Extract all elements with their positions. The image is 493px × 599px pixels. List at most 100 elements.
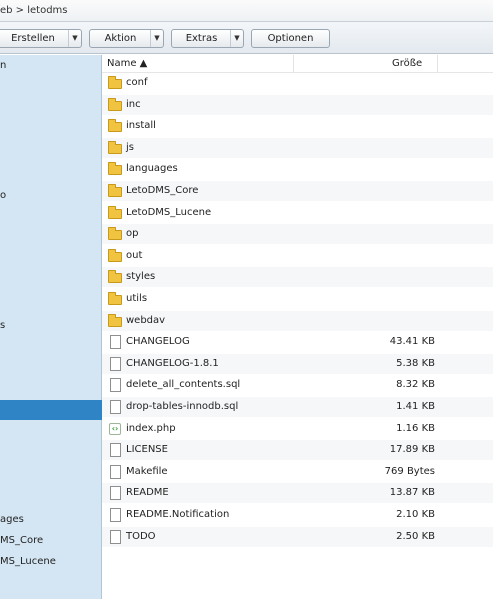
file-name: op (126, 228, 139, 240)
file-size: 769 Bytes (384, 465, 435, 477)
table-row[interactable]: webdav (102, 310, 493, 332)
breadcrumb[interactable]: eb > letodms (0, 5, 68, 16)
file-name: webdav (126, 314, 166, 326)
sidebar-item-label: s (0, 320, 6, 331)
folder-icon (108, 184, 122, 197)
sidebar-item[interactable]: o (0, 186, 102, 206)
folder-icon (108, 313, 122, 327)
file-icon (110, 335, 121, 350)
sidebar-item-selected[interactable] (0, 400, 102, 420)
chevron-down-icon: ▼ (150, 30, 163, 47)
folder-icon (108, 97, 122, 111)
file-name: Makefile (126, 465, 168, 477)
column-divider[interactable] (293, 55, 294, 73)
column-header-size[interactable]: Größe (392, 58, 422, 69)
table-row[interactable]: LICENSE 17.89 KB (102, 440, 493, 462)
file-icon (110, 508, 121, 522)
folder-icon (108, 162, 122, 176)
php-file-icon: ‹› (109, 422, 121, 435)
file-name: LetoDMS_Core (126, 185, 199, 196)
sidebar-item[interactable]: n (0, 56, 102, 76)
file-name: README (126, 487, 169, 499)
folder-icon (108, 270, 122, 284)
file-name: LetoDMS_Lucene (126, 206, 212, 218)
folder-icon (108, 292, 122, 305)
table-row[interactable]: README.Notification 2.10 KB (102, 505, 493, 526)
sidebar-item-letodms-lucene[interactable]: MS_Lucene (0, 552, 102, 572)
sidebar-item-label: MS_Core (0, 535, 44, 546)
file-name: js (126, 141, 134, 153)
erstellen-button[interactable]: Erstellen ▼ (0, 29, 82, 48)
table-row[interactable]: js (102, 137, 493, 159)
table-row[interactable]: CHANGELOG 43.41 KB (102, 332, 493, 354)
optionen-button[interactable]: Optionen (251, 29, 330, 48)
table-row[interactable]: delete_all_contents.sql 8.32 KB (102, 375, 493, 397)
file-icon (110, 400, 121, 414)
table-row[interactable]: CHANGELOG-1.8.1 5.38 KB (102, 353, 493, 375)
folder-icon (108, 76, 122, 89)
file-name: languages (126, 163, 178, 175)
sidebar-item-label: n (0, 60, 7, 71)
path-bar: eb > letodms (0, 0, 493, 22)
table-row[interactable]: styles (102, 267, 493, 289)
file-name: conf (126, 77, 148, 88)
file-size: 8.32 KB (396, 379, 435, 391)
file-name: delete_all_contents.sql (126, 379, 241, 391)
file-name: LICENSE (126, 444, 168, 456)
table-row[interactable]: languages (102, 159, 493, 181)
file-icon (110, 356, 121, 371)
sidebar-item-label: MS_Lucene (0, 556, 56, 567)
file-size: 1.41 KB (396, 401, 435, 412)
optionen-label: Optionen (267, 33, 314, 44)
table-row[interactable]: TODO 2.50 KB (102, 526, 493, 548)
table-row[interactable]: Makefile 769 Bytes (102, 462, 493, 483)
file-list: Name ▲ Größe conf inc install js languages Le… (102, 55, 493, 599)
file-size: 5.38 KB (396, 357, 435, 369)
file-icon (110, 378, 121, 393)
sidebar-item[interactable]: s (0, 316, 102, 336)
chevron-down-icon: ▼ (68, 30, 81, 47)
table-row[interactable]: ‹› index.php 1.16 KB (102, 419, 493, 440)
table-row[interactable]: utils (102, 289, 493, 310)
file-name: CHANGELOG-1.8.1 (126, 357, 219, 369)
folder-icon (108, 248, 122, 262)
table-header: Name ▲ Größe (102, 55, 493, 73)
file-size: 2.10 KB (396, 509, 435, 520)
file-size: 43.41 KB (389, 336, 435, 348)
extras-label: Extras (185, 33, 218, 44)
table-row[interactable]: inc (102, 94, 493, 116)
file-name: TODO (126, 530, 156, 542)
sidebar: n o s ages MS_Core MS_Lucene (0, 55, 102, 599)
column-divider[interactable] (437, 55, 438, 73)
table-row[interactable]: drop-tables-innodb.sql 1.41 KB (102, 397, 493, 418)
table-row[interactable]: README 13.87 KB (102, 483, 493, 505)
file-icon (110, 443, 121, 458)
file-size: 17.89 KB (389, 444, 435, 456)
chevron-down-icon: ▼ (230, 30, 243, 47)
column-header-name[interactable]: Name ▲ (107, 58, 147, 69)
table-row[interactable]: conf (102, 73, 493, 94)
table-row[interactable]: LetoDMS_Lucene (102, 203, 493, 224)
table-row[interactable]: install (102, 116, 493, 138)
table-row[interactable]: op (102, 224, 493, 246)
folder-icon (108, 140, 122, 154)
file-name: install (126, 120, 156, 132)
sidebar-item-languages[interactable]: ages (0, 510, 102, 530)
toolbar: Erstellen ▼ Aktion ▼ Extras ▼ Optionen (0, 22, 493, 54)
aktion-button[interactable]: Aktion ▼ (89, 29, 164, 48)
file-name: index.php (126, 422, 176, 434)
sidebar-item-label: ages (0, 514, 24, 525)
file-size: 2.50 KB (396, 530, 435, 542)
extras-button[interactable]: Extras ▼ (171, 29, 244, 48)
sidebar-item-label: o (0, 190, 7, 201)
file-name: inc (126, 98, 141, 110)
file-name: drop-tables-innodb.sql (126, 401, 239, 412)
file-icon (110, 464, 121, 479)
folder-icon (108, 205, 122, 219)
sidebar-item-letodms-core[interactable]: MS_Core (0, 531, 102, 551)
table-row[interactable]: out (102, 246, 493, 267)
folder-icon (108, 119, 122, 133)
file-name: README.Notification (126, 509, 230, 520)
file-name: out (126, 249, 143, 261)
table-row[interactable]: LetoDMS_Core (102, 181, 493, 202)
